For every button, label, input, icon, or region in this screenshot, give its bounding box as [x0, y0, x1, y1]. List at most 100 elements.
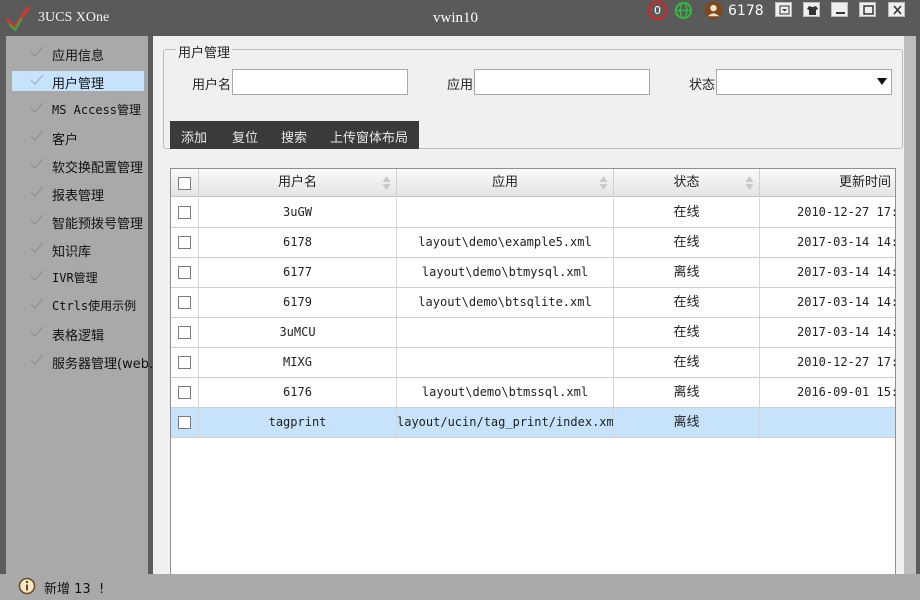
globe-icon[interactable]: [674, 1, 693, 20]
column-header-label: 应用: [491, 175, 518, 190]
column-header-label: 更新时间: [838, 175, 891, 190]
cell-username: 6178: [199, 228, 397, 257]
status-select[interactable]: [716, 69, 892, 95]
check-icon: [30, 326, 44, 337]
sidebar-item-label: 服务器管理(web.: [52, 357, 154, 372]
cell-updated: 2017-03-14 14:: [760, 318, 895, 347]
check-icon: [30, 214, 44, 225]
reset-button[interactable]: 复位: [232, 127, 258, 146]
row-checkbox[interactable]: [178, 386, 191, 399]
table-row[interactable]: 6178 layout\demo\example5.xml 在线 2017-03-14…: [171, 228, 895, 258]
sidebar-item[interactable]: 客户: [12, 127, 144, 148]
cell-app: [397, 198, 614, 227]
notification-badge[interactable]: 0: [648, 1, 667, 20]
sidebar-item[interactable]: 知识库: [12, 239, 144, 260]
sidebar-item[interactable]: 软交换配置管理: [12, 155, 144, 176]
cell-updated: [760, 408, 895, 437]
sidebar-item-label: 客户: [52, 133, 79, 148]
sort-icon[interactable]: [382, 175, 391, 191]
cell-status: 在线: [614, 228, 760, 257]
sidebar-item[interactable]: 应用信息: [12, 43, 144, 64]
check-icon: [30, 242, 44, 253]
column-header-username[interactable]: 用户名: [199, 169, 397, 197]
sort-icon[interactable]: [599, 175, 608, 191]
row-select-cell[interactable]: [171, 348, 199, 377]
sidebar-item-label: 报表管理: [52, 189, 105, 204]
upload-layout-button[interactable]: 上传窗体布局: [330, 127, 408, 146]
column-header-label: 状态: [673, 175, 700, 190]
table-row[interactable]: 6179 layout\demo\btsqlite.xml 在线 2017-03-14…: [171, 288, 895, 318]
maximize-button[interactable]: [859, 2, 876, 17]
add-button[interactable]: 添加: [181, 127, 207, 146]
vertical-scrollbar[interactable]: [904, 36, 916, 574]
sidebar-item[interactable]: 表格逻辑: [12, 323, 144, 344]
sidebar-item[interactable]: 用户管理: [12, 71, 144, 92]
check-icon: [30, 186, 44, 197]
current-user-id: 6178: [728, 3, 764, 19]
row-checkbox[interactable]: [178, 356, 191, 369]
minimize-button[interactable]: [831, 2, 848, 17]
row-checkbox[interactable]: [178, 206, 191, 219]
sidebar-item-label: 软交换配置管理: [52, 161, 144, 176]
cell-username: 6179: [199, 288, 397, 317]
search-button[interactable]: 搜索: [281, 127, 307, 146]
toolbar: 添加 复位 搜索 上传窗体布局: [170, 121, 419, 149]
table-row[interactable]: 3uMCU 在线 2017-03-14 14:: [171, 318, 895, 348]
row-checkbox[interactable]: [178, 266, 191, 279]
row-select-cell[interactable]: [171, 288, 199, 317]
table-row[interactable]: MIXG 在线 2010-12-27 17:: [171, 348, 895, 378]
sort-icon[interactable]: [745, 175, 754, 191]
column-header-app[interactable]: 应用: [397, 169, 614, 197]
sidebar-item-label: 智能预拨号管理: [52, 217, 144, 232]
status-label: 状态: [689, 78, 716, 93]
status-bar: 新增 13 !: [0, 574, 920, 600]
row-checkbox[interactable]: [178, 296, 191, 309]
app-title: 3UCS XOne: [38, 10, 110, 25]
table-header: 用户名 应用 状态 更新时间: [171, 169, 895, 197]
sidebar-item[interactable]: Ctrls使用示例: [12, 295, 144, 315]
sidebar-item[interactable]: 报表管理: [12, 183, 144, 204]
header-select-all[interactable]: [171, 169, 199, 197]
sidebar-item[interactable]: 智能预拨号管理: [12, 211, 144, 232]
status-message: 新增 13 !: [44, 582, 105, 597]
row-select-cell[interactable]: [171, 408, 199, 437]
row-checkbox[interactable]: [178, 236, 191, 249]
maximize-icon: [863, 5, 874, 15]
cell-status: 在线: [614, 348, 760, 377]
column-header-updated[interactable]: 更新时间: [760, 169, 895, 197]
table-row[interactable]: 3uGW 在线 2010-12-27 17:: [171, 198, 895, 228]
cell-updated: 2010-12-27 17:: [760, 348, 895, 377]
cell-updated: 2010-12-27 17:: [760, 198, 895, 227]
sidebar-item[interactable]: 服务器管理(web.: [12, 351, 153, 372]
column-header-label: 用户名: [277, 175, 317, 190]
menu-button[interactable]: [775, 2, 792, 17]
select-all-checkbox[interactable]: [178, 177, 191, 190]
row-select-cell[interactable]: [171, 318, 199, 347]
table-row[interactable]: 6176 layout\demo\btmssql.xml 离线 2016-09-01 …: [171, 378, 895, 408]
skin-button[interactable]: [803, 2, 820, 17]
sidebar-item[interactable]: IVR管理: [12, 267, 144, 287]
row-select-cell[interactable]: [171, 378, 199, 407]
user-avatar-icon[interactable]: [704, 1, 723, 20]
app-logo-icon: [5, 6, 31, 32]
cell-app: layout/ucin/tag_print/index.xml: [397, 408, 614, 437]
row-select-cell[interactable]: [171, 198, 199, 227]
close-button[interactable]: [888, 2, 905, 17]
sidebar-item[interactable]: MS Access管理: [12, 99, 144, 119]
sidebar-item-label: 表格逻辑: [52, 329, 105, 344]
cell-status: 离线: [614, 378, 760, 407]
cell-status: 在线: [614, 288, 760, 317]
cell-username: MIXG: [199, 348, 397, 377]
user-table: 用户名 应用 状态 更新时间 3uGW 在线 2010-12-27 17: 6178 l…: [170, 168, 896, 574]
sidebar-item-label: 用户管理: [52, 77, 105, 92]
row-select-cell[interactable]: [171, 228, 199, 257]
username-input[interactable]: [232, 69, 408, 95]
table-row[interactable]: tagprint layout/ucin/tag_print/index.xml 离…: [171, 408, 895, 438]
row-checkbox[interactable]: [178, 326, 191, 339]
row-checkbox[interactable]: [178, 416, 191, 429]
app-input[interactable]: [474, 69, 650, 95]
cell-app: [397, 318, 614, 347]
column-header-status[interactable]: 状态: [614, 169, 760, 197]
row-select-cell[interactable]: [171, 258, 199, 287]
table-row[interactable]: 6177 layout\demo\btmysql.xml 离线 2017-03-14 …: [171, 258, 895, 288]
